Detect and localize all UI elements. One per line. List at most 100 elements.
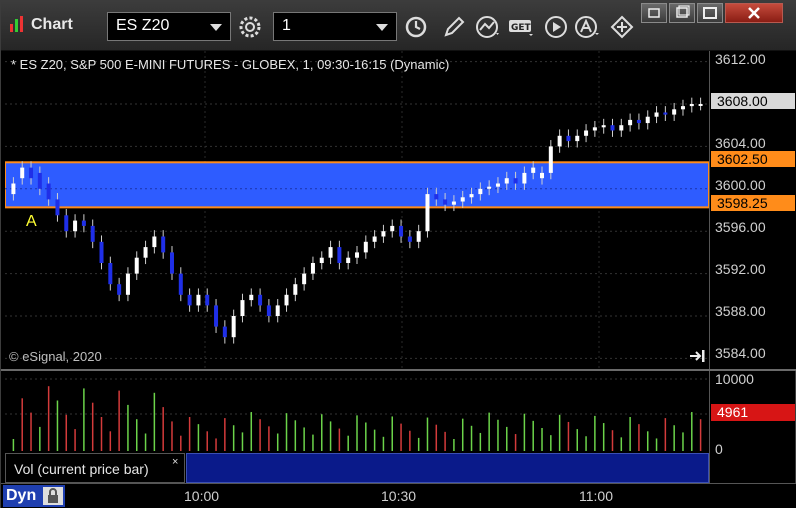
volume-bar [30, 412, 32, 451]
maximize-button[interactable] [697, 3, 723, 23]
svg-text:GET: GET [511, 23, 532, 33]
volume-bar [470, 425, 473, 451]
volume-bar [206, 431, 208, 451]
volume-bar [232, 425, 235, 451]
candle-body [672, 109, 677, 115]
candle-body [363, 241, 368, 253]
price-tick: 3604.00 [715, 135, 766, 151]
minimize-button[interactable] [669, 3, 695, 23]
studies-button[interactable] [473, 12, 503, 41]
candle-body [487, 186, 492, 189]
candle-body [319, 257, 324, 263]
toolbar: Chart ES Z20 1 GET [1, 1, 796, 51]
candle-body [416, 231, 421, 242]
candle-body [680, 106, 685, 110]
zone-top-tag: 3602.50 [711, 151, 795, 167]
chart-title: * ES Z20, S&P 500 E-MINI FUTURES - GLOBE… [11, 57, 450, 72]
link-button[interactable] [607, 12, 637, 41]
candle-body [134, 257, 139, 274]
volume-bar [417, 437, 420, 451]
symbol-value: ES Z20 [116, 17, 170, 34]
candle-body [601, 125, 606, 128]
price-axis[interactable]: 3612.00 3608.00 3604.00 3602.50 3600.00 … [709, 51, 796, 369]
candle-body [504, 178, 509, 184]
candle-body [584, 130, 589, 136]
volume-bar [365, 422, 367, 451]
candle-body [610, 125, 615, 131]
draw-tool-button[interactable] [439, 12, 469, 41]
candle-body [636, 119, 641, 124]
candle-body [81, 220, 86, 226]
volume-bar [550, 435, 552, 451]
volume-pane[interactable] [5, 371, 709, 453]
volume-bar [241, 432, 244, 451]
volume-bar [541, 428, 543, 451]
volume-bar [188, 417, 191, 451]
volume-bar [585, 436, 587, 451]
volume-bar [532, 420, 534, 451]
volume-bar [576, 429, 579, 451]
alerts-button[interactable] [573, 12, 603, 41]
candle-body [372, 236, 377, 242]
volume-bar [259, 419, 261, 451]
restore-button[interactable] [641, 3, 667, 23]
candle-body [310, 263, 315, 274]
candle-body [381, 231, 386, 237]
price-zone [5, 161, 709, 209]
candle-body [548, 146, 553, 173]
volume-tick: 10000 [715, 371, 754, 387]
volume-bar [409, 430, 411, 451]
volume-bar [567, 421, 570, 451]
volume-bar [171, 421, 173, 451]
volume-bar [506, 426, 508, 451]
candle-body [266, 305, 271, 316]
time-axis[interactable]: Dyn 10:00 10:30 11:00 [1, 483, 796, 508]
gear-icon [239, 16, 261, 37]
play-replay-button[interactable] [541, 12, 571, 41]
volume-bar [285, 413, 288, 451]
candle-body [575, 135, 580, 142]
study-value-bar [186, 453, 709, 483]
interval-settings-button[interactable] [401, 12, 431, 41]
candle-body [37, 172, 42, 189]
volume-bar [268, 426, 270, 451]
candle-body [143, 247, 148, 258]
volume-bar [56, 400, 59, 451]
price-tick: 3584.00 [715, 345, 766, 361]
volume-bar [39, 426, 41, 451]
candle-body [178, 273, 183, 295]
candle-body [355, 252, 359, 258]
close-study-icon[interactable]: × [172, 456, 178, 468]
candle-body [249, 294, 254, 301]
candle-body [434, 194, 439, 200]
maximize-icon [703, 7, 717, 19]
study-label[interactable]: Vol (current price bar) [5, 453, 185, 483]
volume-bar [74, 429, 76, 451]
candle-body [628, 119, 633, 126]
candle-body [29, 167, 34, 179]
volume-bar [197, 424, 200, 451]
candle-body [654, 112, 659, 117]
volume-bar [65, 414, 68, 451]
time-tick: 10:00 [184, 488, 220, 504]
symbol-settings-button[interactable] [235, 12, 265, 41]
close-button[interactable] [725, 3, 783, 23]
volume-bar [655, 438, 658, 451]
symbol-selector[interactable]: ES Z20 [107, 12, 231, 41]
line-chart-icon [476, 15, 499, 38]
volume-bar [109, 431, 112, 451]
volume-bar [250, 412, 253, 451]
volume-bar [12, 439, 15, 451]
interval-selector[interactable]: 1 [273, 12, 397, 41]
scroll-to-end-icon[interactable] [689, 349, 707, 363]
price-chart[interactable]: * ES Z20, S&P 500 E-MINI FUTURES - GLOBE… [5, 51, 709, 369]
candle-body [531, 167, 536, 173]
annotation-label[interactable]: A [26, 213, 37, 231]
get-data-button[interactable]: GET [507, 12, 537, 41]
close-icon [748, 7, 760, 19]
lock-icon[interactable] [43, 487, 63, 505]
candle-body [425, 194, 430, 232]
app-title: Chart [31, 16, 73, 33]
candle-body [90, 225, 95, 242]
candle-body [258, 294, 263, 306]
